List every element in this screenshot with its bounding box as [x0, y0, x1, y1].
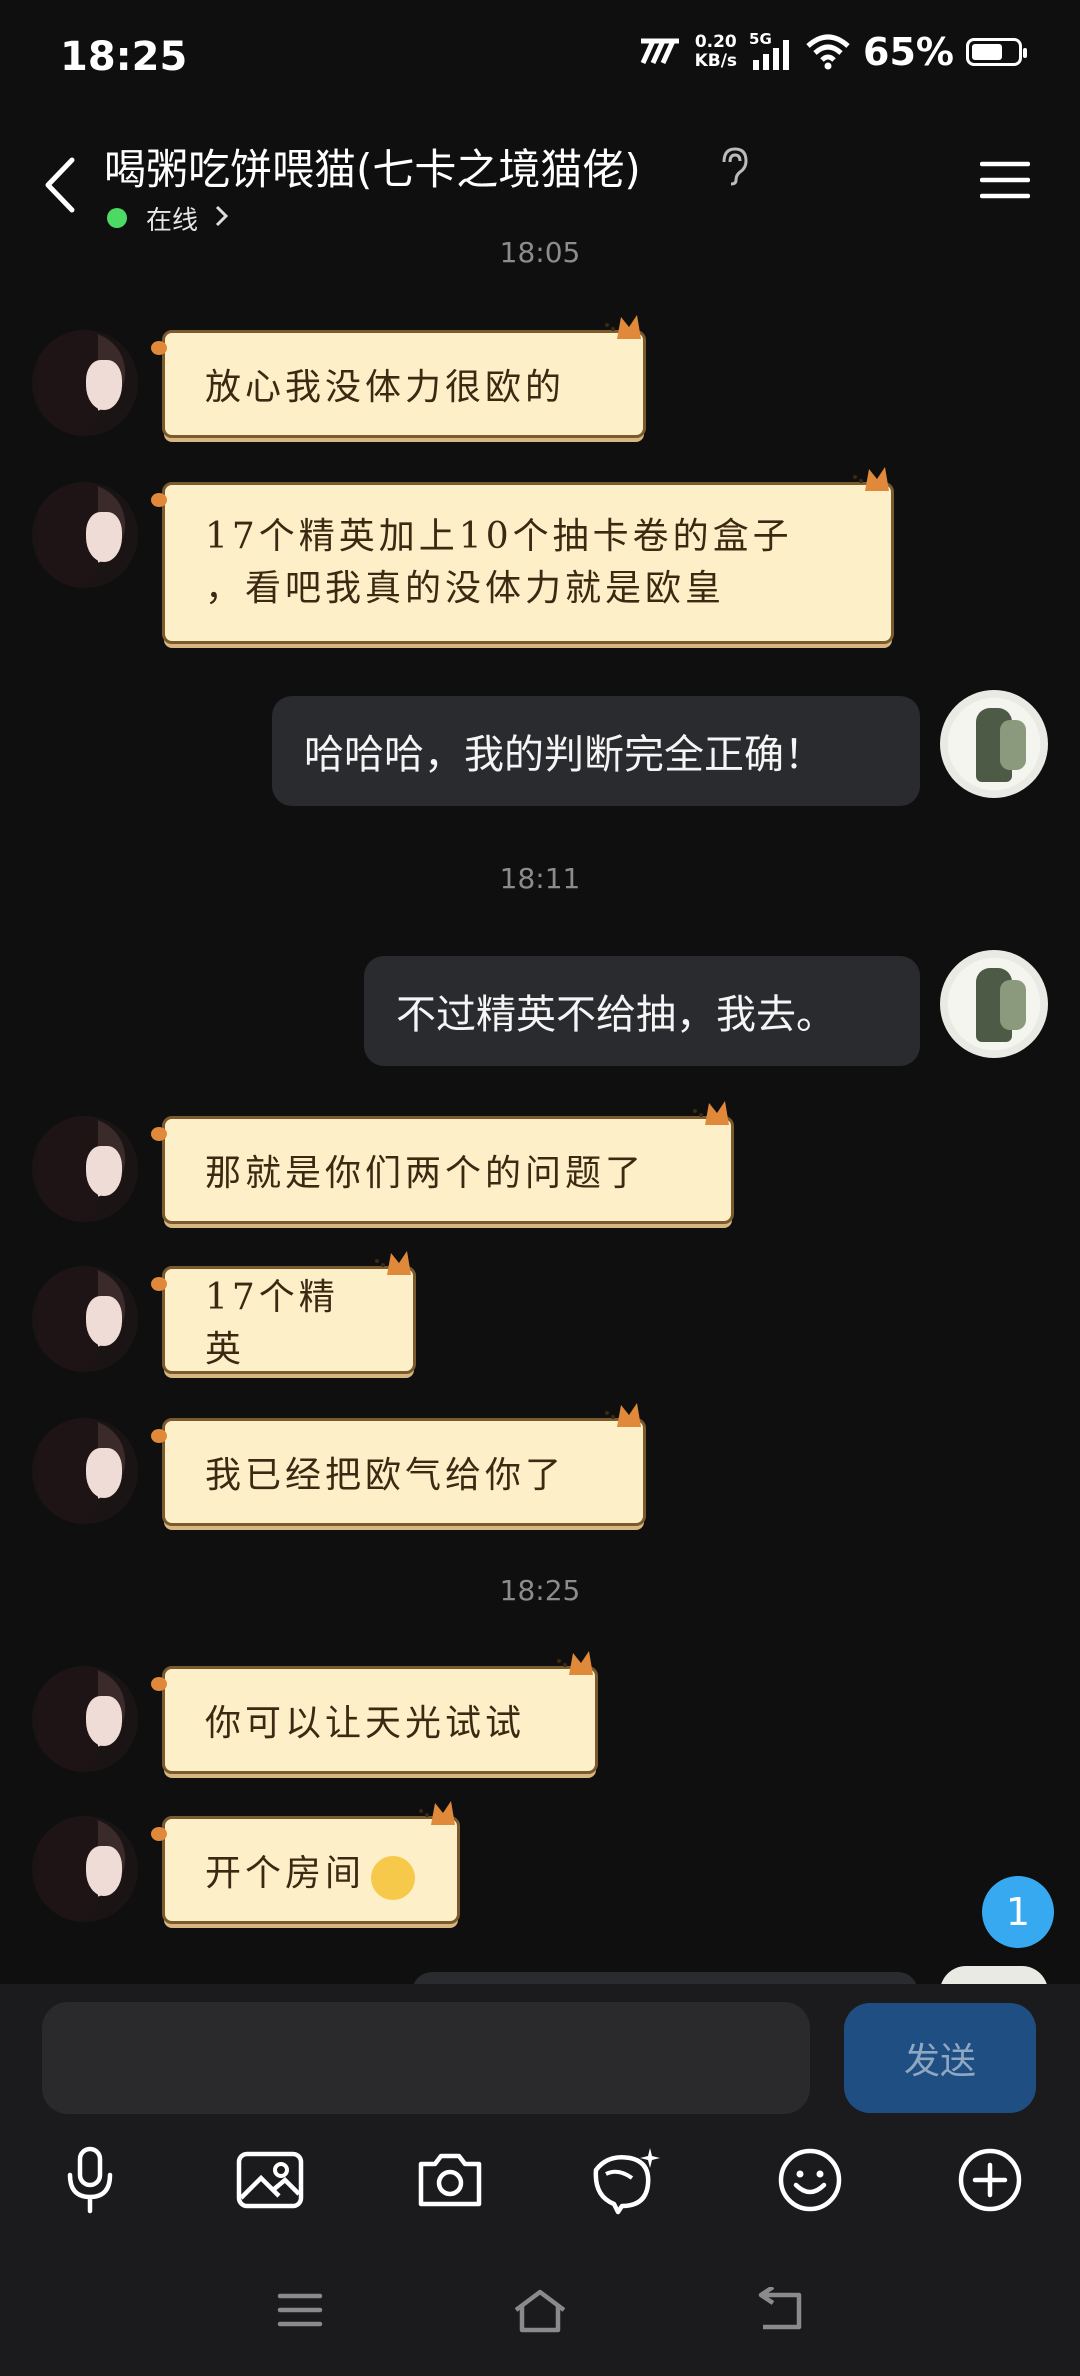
presence-status[interactable]: 在线	[146, 200, 198, 237]
back-button[interactable]	[36, 150, 86, 220]
message-bubble[interactable]: 哈哈哈，我的判断完全正确！	[272, 696, 920, 806]
nav-back-icon[interactable]	[740, 2280, 820, 2340]
status-icons: 0.20 KB/s 5G 65%	[639, 30, 1027, 74]
message-bubble[interactable]: 你可以让天光试试	[151, 1651, 598, 1774]
chevron-right-icon[interactable]	[214, 204, 230, 228]
plus-icon[interactable]	[950, 2140, 1030, 2220]
image-icon[interactable]	[230, 2140, 310, 2220]
online-dot	[107, 208, 127, 228]
wifi-icon	[806, 34, 850, 70]
cat-icon	[605, 1403, 641, 1427]
net-speed: 0.20 KB/s	[694, 32, 738, 71]
my-avatar[interactable]	[940, 690, 1048, 798]
nav-menu-icon[interactable]	[260, 2280, 340, 2340]
timestamp: 18:11	[499, 862, 581, 895]
cat-icon	[605, 315, 641, 339]
hd-icon	[640, 38, 679, 65]
battery-percent: 65%	[863, 30, 954, 74]
message-bubble[interactable]: 不过精英不给抽，我去。	[364, 956, 920, 1066]
my-avatar[interactable]	[940, 950, 1048, 1058]
unread-badge[interactable]: 1	[982, 1876, 1054, 1948]
message-bubble[interactable]: 开个房间	[151, 1801, 460, 1924]
cat-icon	[693, 1101, 729, 1125]
cat-icon	[375, 1251, 411, 1275]
avatar[interactable]	[32, 1816, 138, 1922]
status-time: 18:25	[60, 34, 188, 80]
message-input[interactable]	[42, 2002, 810, 2114]
cat-icon	[557, 1651, 593, 1675]
ear-icon[interactable]	[718, 146, 752, 186]
avatar[interactable]	[32, 1666, 138, 1772]
avatar[interactable]	[32, 1266, 138, 1372]
cat-icon	[853, 467, 889, 491]
avatar[interactable]	[32, 482, 138, 588]
avatar[interactable]	[32, 330, 138, 436]
shy-emoji-icon	[371, 1856, 416, 1900]
microphone-icon[interactable]	[50, 2140, 130, 2220]
message-bubble[interactable]: 17个精英	[151, 1251, 416, 1374]
timestamp: 18:05	[499, 236, 581, 269]
avatar[interactable]	[32, 1418, 138, 1524]
message-bubble[interactable]: 17个精英加上10个抽卡卷的盒子 ，看吧我真的没体力就是欧皇	[151, 467, 894, 644]
camera-icon[interactable]	[410, 2140, 490, 2220]
timestamp: 18:25	[499, 1574, 581, 1607]
message-bubble[interactable]: 那就是你们两个的问题了	[151, 1101, 734, 1224]
chat-title[interactable]: 喝粥吃饼喂猫(七卡之境猫佬)	[104, 136, 641, 197]
ai-chat-icon[interactable]	[586, 2140, 666, 2220]
signal-icon: 5G	[749, 30, 793, 72]
cat-icon	[419, 1801, 455, 1825]
battery-icon	[966, 38, 1027, 66]
message-bubble[interactable]: 我已经把欧气给你了	[151, 1403, 646, 1526]
avatar[interactable]	[32, 1116, 138, 1222]
nav-home-icon[interactable]	[500, 2280, 580, 2340]
emoji-icon[interactable]	[770, 2140, 850, 2220]
menu-icon[interactable]	[980, 160, 1030, 200]
message-bubble[interactable]: 放心我没体力很欧的	[151, 315, 646, 438]
send-button[interactable]: 发送	[844, 2003, 1036, 2113]
